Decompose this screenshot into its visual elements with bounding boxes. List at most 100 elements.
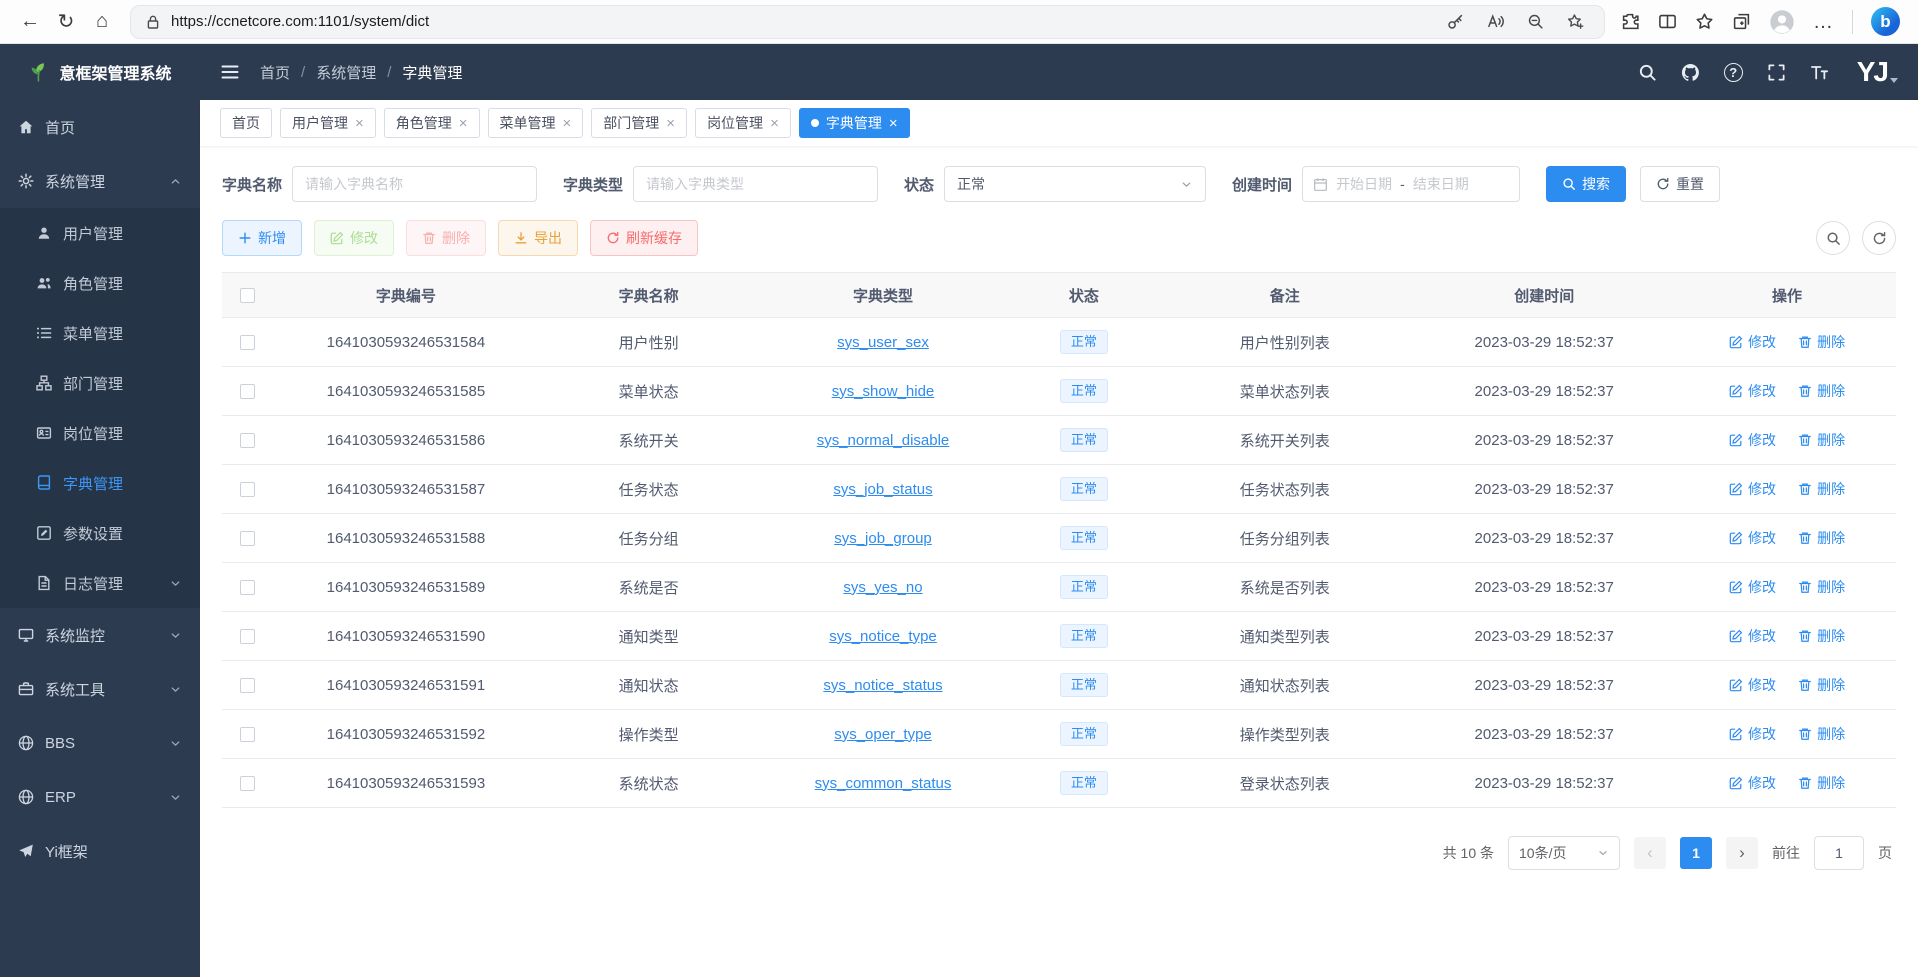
breadcrumb-home[interactable]: 首页 [260, 62, 290, 83]
dict-type-link[interactable]: sys_yes_no [843, 579, 922, 596]
row-checkbox[interactable] [240, 384, 255, 399]
add-favorite-star-button[interactable] [1560, 13, 1590, 30]
close-icon[interactable]: × [770, 116, 779, 131]
profile-avatar[interactable] [1769, 9, 1795, 35]
sidebar-item-bbs[interactable]: BBS [0, 716, 200, 770]
search-button[interactable]: 搜索 [1546, 166, 1626, 202]
tab-menu-mgmt[interactable]: 菜单管理× [488, 108, 584, 138]
close-icon[interactable]: × [355, 116, 364, 131]
collapse-sidebar-icon[interactable] [220, 62, 240, 82]
status-select[interactable]: 正常 [944, 166, 1206, 202]
row-checkbox[interactable] [240, 776, 255, 791]
row-checkbox[interactable] [240, 727, 255, 742]
dict-type-input[interactable] [633, 166, 878, 202]
browser-back-button[interactable]: ← [12, 5, 48, 39]
current-page[interactable]: 1 [1680, 837, 1712, 869]
delete-button[interactable]: 删除 [406, 220, 486, 256]
browser-menu-button[interactable]: … [1813, 17, 1834, 27]
close-icon[interactable]: × [666, 116, 675, 131]
row-edit-button[interactable]: 修改 [1729, 577, 1776, 597]
user-logo-menu[interactable]: YJ [1857, 58, 1898, 86]
close-icon[interactable]: × [459, 116, 468, 131]
select-all-checkbox[interactable] [240, 288, 255, 303]
sidebar-item-yi-framework[interactable]: Yi框架 [0, 824, 200, 878]
github-icon[interactable] [1681, 63, 1700, 82]
search-icon[interactable] [1638, 63, 1657, 82]
tab-post-mgmt[interactable]: 岗位管理× [695, 108, 791, 138]
font-size-icon[interactable] [1810, 63, 1829, 82]
row-delete-button[interactable]: 删除 [1798, 626, 1845, 646]
sidebar-item-home[interactable]: 首页 [0, 100, 200, 154]
goto-page-input[interactable] [1814, 836, 1864, 870]
date-range-picker[interactable]: 开始日期 - 结束日期 [1302, 166, 1520, 202]
row-checkbox[interactable] [240, 482, 255, 497]
row-delete-button[interactable]: 删除 [1798, 479, 1845, 499]
row-delete-button[interactable]: 删除 [1798, 528, 1845, 548]
refresh-cache-button[interactable]: 刷新缓存 [590, 220, 698, 256]
collections-icon[interactable] [1732, 12, 1751, 31]
row-checkbox[interactable] [240, 580, 255, 595]
row-delete-button[interactable]: 删除 [1798, 332, 1845, 352]
sidebar-item-user-mgmt[interactable]: 用户管理 [0, 208, 200, 258]
row-edit-button[interactable]: 修改 [1729, 626, 1776, 646]
fullscreen-icon[interactable] [1767, 63, 1786, 82]
dict-type-link[interactable]: sys_job_status [833, 481, 932, 498]
edit-button[interactable]: 修改 [314, 220, 394, 256]
tab-dict-mgmt[interactable]: 字典管理× [799, 108, 910, 138]
sidebar-item-system-tools[interactable]: 系统工具 [0, 662, 200, 716]
dict-type-link[interactable]: sys_user_sex [837, 334, 929, 351]
dict-type-link[interactable]: sys_oper_type [834, 726, 932, 743]
address-bar[interactable]: https://ccnetcore.com:1101/system/dict [130, 5, 1605, 39]
browser-home-button[interactable]: ⌂ [84, 5, 120, 39]
row-edit-button[interactable]: 修改 [1729, 479, 1776, 499]
dict-type-link[interactable]: sys_common_status [815, 775, 952, 792]
sidebar-item-system-monitor[interactable]: 系统监控 [0, 608, 200, 662]
split-screen-icon[interactable] [1658, 12, 1677, 31]
tab-home[interactable]: 首页 [220, 108, 272, 138]
dict-type-link[interactable]: sys_job_group [834, 530, 932, 547]
favorites-star-icon[interactable] [1695, 12, 1714, 31]
row-edit-button[interactable]: 修改 [1729, 430, 1776, 450]
dict-name-input[interactable] [292, 166, 537, 202]
row-edit-button[interactable]: 修改 [1729, 332, 1776, 352]
dict-type-link[interactable]: sys_notice_type [829, 628, 937, 645]
bing-chat-button[interactable]: b [1871, 7, 1900, 36]
next-page-button[interactable]: › [1726, 837, 1758, 869]
page-size-select[interactable]: 10条/页 [1508, 836, 1620, 870]
browser-reload-button[interactable]: ↻ [48, 5, 84, 39]
row-checkbox[interactable] [240, 433, 255, 448]
password-key-button[interactable] [1440, 13, 1470, 30]
row-checkbox[interactable] [240, 531, 255, 546]
sidebar-item-menu-mgmt[interactable]: 菜单管理 [0, 308, 200, 358]
row-edit-button[interactable]: 修改 [1729, 675, 1776, 695]
sidebar-item-param-settings[interactable]: 参数设置 [0, 508, 200, 558]
row-checkbox[interactable] [240, 335, 255, 350]
extensions-puzzle-icon[interactable] [1621, 12, 1640, 31]
breadcrumb-system-mgmt[interactable]: 系统管理 [316, 62, 376, 83]
prev-page-button[interactable]: ‹ [1634, 837, 1666, 869]
close-icon[interactable]: × [889, 116, 898, 131]
tab-role-mgmt[interactable]: 角色管理× [384, 108, 480, 138]
add-button[interactable]: 新增 [222, 220, 302, 256]
dict-type-link[interactable]: sys_normal_disable [817, 432, 950, 449]
help-icon[interactable]: ? [1724, 63, 1743, 82]
toggle-search-button[interactable] [1816, 221, 1850, 255]
row-delete-button[interactable]: 删除 [1798, 577, 1845, 597]
row-edit-button[interactable]: 修改 [1729, 773, 1776, 793]
row-edit-button[interactable]: 修改 [1729, 724, 1776, 744]
tab-user-mgmt[interactable]: 用户管理× [280, 108, 376, 138]
refresh-table-button[interactable] [1862, 221, 1896, 255]
sidebar-item-dict-mgmt[interactable]: 字典管理 [0, 458, 200, 508]
row-delete-button[interactable]: 删除 [1798, 773, 1845, 793]
sidebar-item-log-mgmt[interactable]: 日志管理 [0, 558, 200, 608]
row-edit-button[interactable]: 修改 [1729, 381, 1776, 401]
row-edit-button[interactable]: 修改 [1729, 528, 1776, 548]
row-delete-button[interactable]: 删除 [1798, 430, 1845, 450]
sidebar-item-erp[interactable]: ERP [0, 770, 200, 824]
sidebar-item-system-mgmt[interactable]: 系统管理 [0, 154, 200, 208]
row-delete-button[interactable]: 删除 [1798, 724, 1845, 744]
export-button[interactable]: 导出 [498, 220, 578, 256]
sidebar-item-post-mgmt[interactable]: 岗位管理 [0, 408, 200, 458]
row-delete-button[interactable]: 删除 [1798, 381, 1845, 401]
sidebar-item-role-mgmt[interactable]: 角色管理 [0, 258, 200, 308]
